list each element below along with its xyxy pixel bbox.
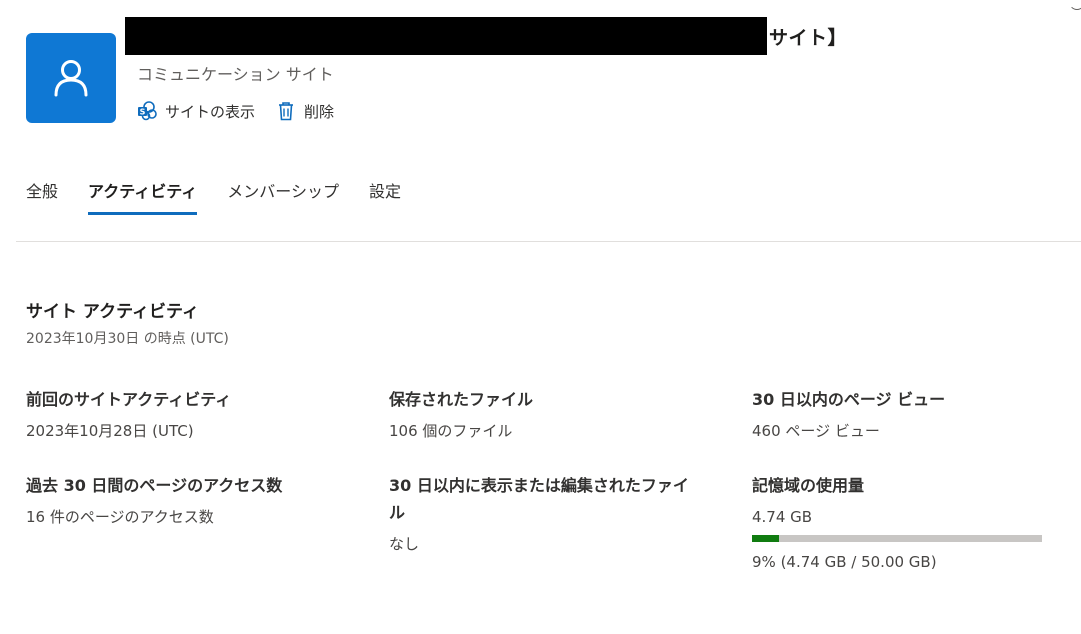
person-icon xyxy=(54,60,88,97)
storage-usage-caption: 9% (4.74 GB / 50.00 GB) xyxy=(752,553,937,571)
site-type: コミュニケーション サイト xyxy=(137,65,334,84)
site-actions: S サイトの表示 削除 xyxy=(136,98,334,124)
delete-label: 削除 xyxy=(304,102,335,121)
site-details-panel: サイト】 コミュニケーション サイト S サイトの表示 削除 全般 アクティビテ… xyxy=(0,0,1081,634)
section-title: サイト アクティビティ xyxy=(26,302,200,322)
stat-value: なし xyxy=(389,535,420,553)
stat-value: 460 ページ ビュー xyxy=(752,422,880,440)
stat-storage: 記憶域の使用量 4.74 GB 9% (4.74 GB / 50.00 GB) xyxy=(752,472,1052,571)
svg-text:S: S xyxy=(140,108,146,117)
stat-label: 30 日以内に表示または編集されたファイル xyxy=(389,476,689,522)
storage-usage-bar xyxy=(752,535,1042,542)
stat-label: 記憶域の使用量 xyxy=(752,476,865,495)
stat-value: 2023年10月28日 (UTC) xyxy=(26,422,194,440)
delete-button[interactable]: 削除 xyxy=(275,100,334,122)
site-avatar xyxy=(26,33,116,123)
stat-label: 過去 30 日間のページのアクセス数 xyxy=(26,476,283,495)
storage-usage-fill xyxy=(752,535,780,542)
stat-files-viewed: 30 日以内に表示または編集されたファイル なし xyxy=(389,472,689,554)
stat-value: 4.74 GB xyxy=(752,508,813,526)
stat-label: 30 日以内のページ ビュー xyxy=(752,390,946,409)
sharepoint-icon: S xyxy=(136,100,158,122)
stat-page-views: 30 日以内のページ ビュー 460 ページ ビュー xyxy=(752,386,1052,441)
as-of-date: 2023年10月30日 の時点 (UTC) xyxy=(26,331,229,347)
refresh-icon[interactable] xyxy=(1069,0,1081,10)
tab-general[interactable]: 全般 xyxy=(26,176,58,216)
trash-icon xyxy=(275,100,297,122)
stat-saved-files: 保存されたファイル 106 個のファイル xyxy=(389,386,689,441)
stat-label: 前回のサイトアクティビティ xyxy=(26,390,232,409)
site-title-suffix: サイト】 xyxy=(769,26,848,49)
site-title: サイト】 xyxy=(125,17,847,55)
tab-membership[interactable]: メンバーシップ xyxy=(227,176,339,216)
tab-divider xyxy=(16,241,1081,242)
stat-page-visits: 過去 30 日間のページのアクセス数 16 件のページのアクセス数 xyxy=(26,472,326,527)
view-site-button[interactable]: S サイトの表示 xyxy=(136,100,255,122)
stat-label: 保存されたファイル xyxy=(389,390,534,409)
stat-last-activity: 前回のサイトアクティビティ 2023年10月28日 (UTC) xyxy=(26,386,326,441)
view-site-label: サイトの表示 xyxy=(165,102,256,121)
tab-bar: 全般 アクティビティ メンバーシップ 設定 xyxy=(26,176,401,216)
stat-value: 106 個のファイル xyxy=(389,422,513,440)
redacted-title xyxy=(125,17,767,55)
stat-value: 16 件のページのアクセス数 xyxy=(26,508,214,526)
tab-settings[interactable]: 設定 xyxy=(369,176,401,216)
tab-activity[interactable]: アクティビティ xyxy=(88,176,198,216)
